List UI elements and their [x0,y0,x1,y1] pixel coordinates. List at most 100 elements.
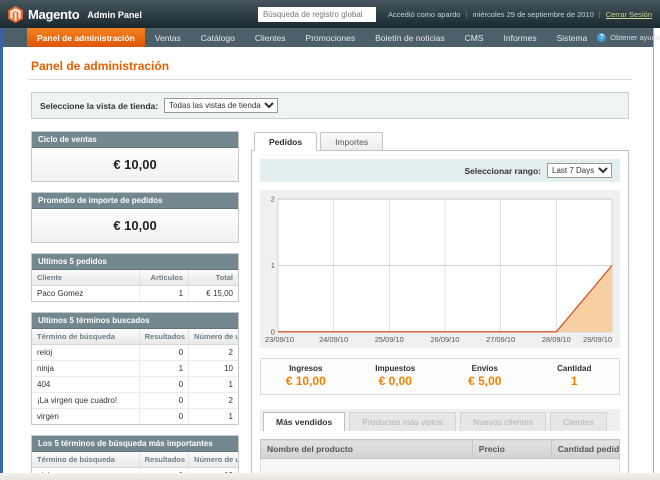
orders-area-chart: 23/09/1024/09/1025/09/1026/09/1027/09/10… [263,193,617,345]
help-link[interactable]: ? Obtener ayuda para esta página [597,28,660,47]
stat-envios: Envíos€ 5,00 [440,364,530,388]
widget-last-search-terms: Ultimos 5 términos buscados Término de b… [31,312,239,425]
help-icon: ? [597,33,606,42]
logged-in-as: Accedió como apardo [388,10,461,19]
table-cell: ninja [32,361,139,377]
tab-pedidos[interactable]: Pedidos [254,132,317,151]
sales-cycle-value: € 10,00 [32,148,238,181]
table-cell: Paco Gomez [32,286,139,302]
table-cell: 2 [189,345,238,361]
svg-text:25/09/10: 25/09/10 [375,335,404,344]
sub-tab-clientes[interactable]: Clientes [550,412,607,431]
orders-chart: 23/09/1024/09/1025/09/1026/09/1027/09/10… [260,190,620,348]
column-header: Cantidad pedida [551,440,619,459]
right-column: PedidosImportes Seleccionar rango: Last … [251,131,629,480]
nav-item-panel-de-administracion[interactable]: Panel de administración [27,28,145,47]
report-tabs: Más vendidosProductos más vistosNuevos c… [260,409,620,431]
global-search-input[interactable] [258,7,376,22]
svg-text:2: 2 [271,195,275,204]
table-cell: 2 [189,393,238,409]
nav-item-clientes[interactable]: Clientes [245,28,296,47]
window-body: Panel de administraciónVentasCatálogoCli… [0,28,654,474]
dashboard-columns: Ciclo de ventas € 10,00 Promedio de impo… [31,131,629,480]
average-order-value: € 10,00 [32,209,238,242]
sub-tab-mas-vendidos[interactable]: Más vendidos [263,412,345,431]
widget-title: Los 5 términos de búsqueda más important… [32,436,238,452]
separator: | [599,10,601,19]
nav-item-promociones[interactable]: Promociones [296,28,366,47]
stat-ingresos: Ingresos€ 10,00 [261,364,351,388]
widget-title: Ultimos 5 pedidos [32,254,238,270]
stat-label: Ingresos [261,364,351,373]
table-row: 40401 [32,377,238,393]
page-title: Panel de administración [31,59,632,73]
table-cell: 1 [189,409,238,425]
stat-cantidad: Cantidad1 [530,364,620,388]
stat-label: Cantidad [530,364,620,373]
stat-value: € 0,00 [351,374,441,388]
column-header: Resultados [139,329,188,345]
column-header: Artículos [139,270,188,286]
nav-item-catalogo[interactable]: Catálogo [191,28,245,47]
table-cell: 0 [139,345,188,361]
svg-text:27/09/10: 27/09/10 [486,335,515,344]
column-header: Número de usos [189,329,238,345]
content: Panel de administración Seleccione la vi… [3,47,653,480]
store-view-select[interactable]: Todas las vistas de tienda [164,98,278,113]
magento-icon [8,6,23,23]
last-search-terms-table: Término de búsquedaResultadosNúmero de u… [32,329,238,424]
stat-value: € 5,00 [440,374,530,388]
totals-row: Ingresos€ 10,00Impuestos€ 0,00Envíos€ 5,… [260,358,620,395]
svg-text:24/09/10: 24/09/10 [319,335,348,344]
svg-text:26/09/10: 26/09/10 [430,335,459,344]
widget-average-order: Promedio de importe de pedidos € 10,00 [31,192,239,243]
table-cell: virgen [32,409,139,425]
stat-value: 1 [530,374,620,388]
stat-value: € 10,00 [261,374,351,388]
nav-items: Panel de administraciónVentasCatálogoCli… [27,28,597,47]
last-orders-table: ClienteArtículosTotalPaco Gomez1€ 15,00 [32,270,238,301]
sub-tab-productos-mas-vistos[interactable]: Productos más vistos [349,412,456,431]
nav-item-informes[interactable]: Informes [494,28,547,47]
nav-item-sistema[interactable]: Sistema [547,28,598,47]
orders-amounts-tabs: PedidosImportes [251,131,629,150]
table-cell: 404 [32,377,139,393]
table-cell: 1 [139,286,188,302]
magento-logo: Magento Admin Panel [8,6,142,23]
table-row: ninja110 [32,361,238,377]
table-cell: reloj [32,345,139,361]
column-header: Precio [472,440,551,459]
table-cell: 10 [189,361,238,377]
store-view-label: Seleccione la vista de tienda: [40,101,158,111]
logo-title: Magento [28,7,79,22]
store-view-bar: Seleccione la vista de tienda: Todas las… [31,92,629,119]
column-header: Nombre del producto [261,440,473,459]
left-column: Ciclo de ventas € 10,00 Promedio de impo… [31,131,239,480]
range-select[interactable]: Last 7 Days [547,163,612,178]
svg-text:28/09/10: 28/09/10 [542,335,571,344]
column-header: Término de búsqueda [32,329,139,345]
range-label: Seleccionar rango: [464,166,541,176]
widget-last-orders: Ultimos 5 pedidos ClienteArtículosTotalP… [31,253,239,302]
table-cell: 1 [139,361,188,377]
logout-link[interactable]: Cerrar Sesión [606,10,652,19]
widget-title: Promedio de importe de pedidos [32,193,238,209]
table-row: reloj02 [32,345,238,361]
table-cell: 1 [189,377,238,393]
table-row: virgen01 [32,409,238,425]
sub-tab-nuevos-clientes[interactable]: Nuevos clientes [460,412,546,431]
tab-importes[interactable]: Importes [320,132,383,151]
nav-item-ventas[interactable]: Ventas [145,28,191,47]
table-cell: 0 [139,409,188,425]
nav-item-cms[interactable]: CMS [455,28,494,47]
column-header: Número de usos [189,452,238,468]
page-bottom-strip [0,473,660,480]
title-divider [28,79,632,80]
stat-label: Envíos [440,364,530,373]
nav-item-boletin-de-noticias[interactable]: Boletín de noticias [365,28,454,47]
logo-subtitle: Admin Panel [87,10,142,20]
table-row: Paco Gomez1€ 15,00 [32,286,238,302]
widget-title: Ultimos 5 términos buscados [32,313,238,329]
header: Magento Admin Panel Accedió como apardo … [0,0,660,28]
stat-label: Impuestos [351,364,441,373]
